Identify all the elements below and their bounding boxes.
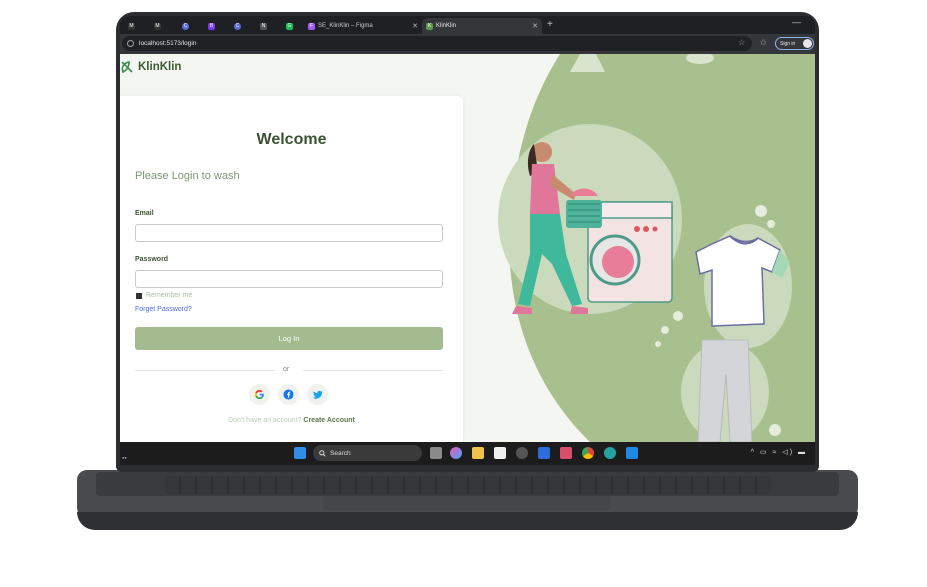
divider-line	[303, 370, 443, 371]
browser-tab-3[interactable]: C	[178, 18, 202, 34]
tab-title: SE_KlinKlin – Figma	[318, 23, 373, 29]
login-card: Welcome Please Login to wash Email Passw…	[120, 96, 463, 442]
vscode-icon[interactable]	[626, 447, 638, 459]
chrome-icon[interactable]	[582, 447, 594, 459]
forget-password-link[interactable]: Forget Password?	[135, 306, 192, 313]
url-field[interactable]: localhost:5173/login	[122, 36, 752, 51]
close-icon[interactable]: ✕	[532, 22, 538, 30]
email-field[interactable]	[135, 224, 443, 242]
new-tab-plus-icon[interactable]: +	[547, 18, 553, 32]
copilot-icon[interactable]	[450, 447, 462, 459]
figma-icon: F	[308, 22, 315, 30]
or-divider: or	[135, 366, 443, 376]
bookmark-star-icon[interactable]: ☆	[738, 38, 745, 47]
browser-tab-1[interactable]: M	[124, 18, 148, 34]
tab-favicon: B	[208, 22, 215, 30]
windows-start-icon[interactable]	[294, 447, 306, 459]
taskbar-widget[interactable]: ●●	[122, 455, 127, 460]
remember-me-checkbox[interactable]: Remember me	[136, 292, 192, 299]
laptop-touchpad	[323, 496, 611, 510]
klinklin-logo-icon	[121, 61, 133, 74]
taskbar-search[interactable]: Search	[313, 445, 422, 461]
email-label: Email	[135, 210, 154, 217]
close-icon[interactable]: ✕	[412, 22, 418, 30]
windows-taskbar: ●● Search ^ ▭ ≈ ◁) ▬	[120, 442, 815, 465]
create-account-link[interactable]: Create Account	[303, 417, 354, 424]
brand-name: KlinKlin	[138, 61, 182, 73]
tab-favicon: N	[260, 22, 267, 30]
laundry-illustration	[498, 54, 815, 442]
browser-tab-figma[interactable]: F SE_KlinKlin – Figma ✕	[304, 18, 422, 34]
page-title: Welcome	[256, 131, 327, 148]
browser-tab-4[interactable]: B	[204, 18, 228, 34]
file-explorer-icon[interactable]	[472, 447, 484, 459]
signup-text: Don't have an account?	[228, 417, 302, 424]
facebook-icon	[283, 389, 294, 400]
google-login-button[interactable]	[249, 384, 270, 405]
discord-icon[interactable]	[560, 447, 572, 459]
remember-me-label: Remember me	[146, 292, 193, 299]
browser-sign-in-button[interactable]: Sign in	[775, 37, 814, 50]
laptop-base-edge	[77, 512, 858, 530]
favorites-icon[interactable]: ✩	[760, 38, 767, 47]
divider-line	[135, 370, 275, 371]
app-icon[interactable]	[516, 447, 528, 459]
login-subtitle: Please Login to wash	[135, 170, 240, 182]
browser-tab-bar: M M C B C N G F SE_KlinKlin – Figma ✕ K …	[120, 16, 815, 34]
tab-favicon: C	[234, 22, 241, 30]
password-field[interactable]	[135, 270, 443, 288]
login-button[interactable]: Log In	[135, 327, 443, 350]
klinklin-favicon-icon: K	[426, 22, 433, 30]
site-info-icon[interactable]	[127, 40, 134, 47]
signup-prompt: Don't have an account? Create Account	[120, 417, 463, 424]
password-label: Password	[135, 256, 169, 263]
task-view-icon[interactable]	[430, 447, 442, 459]
checkbox-box[interactable]	[136, 292, 142, 299]
twitter-login-button[interactable]	[307, 384, 328, 405]
edge-icon[interactable]	[604, 447, 616, 459]
login-page: KlinKlin Welcome Please Login to wash Em…	[120, 54, 815, 442]
browser-tab-7[interactable]: G	[282, 18, 302, 34]
tab-favicon: M	[128, 22, 135, 30]
laptop-screen: M M C B C N G F SE_KlinKlin – Figma ✕ K …	[120, 16, 815, 465]
url-text: localhost:5173/login	[139, 40, 197, 47]
browser-tab-2[interactable]: M	[150, 18, 174, 34]
profile-avatar-icon	[803, 39, 812, 48]
browser-address-bar: localhost:5173/login ☆ ✩ Sign in	[120, 34, 815, 54]
tab-favicon: C	[182, 22, 189, 30]
facebook-login-button[interactable]	[278, 384, 299, 405]
tab-title: KlinKlin	[436, 23, 457, 29]
browser-tab-5[interactable]: C	[230, 18, 254, 34]
search-icon	[319, 449, 326, 457]
app-icon[interactable]	[538, 447, 550, 459]
store-icon[interactable]	[494, 447, 506, 459]
tab-favicon: M	[154, 22, 161, 30]
search-label: Search	[330, 449, 351, 457]
browser-tab-klinklin[interactable]: K KlinKlin ✕	[422, 18, 542, 34]
twitter-icon	[312, 390, 323, 399]
browser-tab-6[interactable]: N	[256, 18, 280, 34]
minimize-icon[interactable]: —	[792, 17, 801, 27]
tab-favicon: G	[286, 22, 293, 30]
brand-logo[interactable]: KlinKlin	[120, 60, 181, 74]
system-tray[interactable]: ^ ▭ ≈ ◁) ▬	[751, 448, 807, 456]
laptop-keyboard	[165, 476, 771, 494]
or-text: or	[283, 366, 290, 373]
sign-in-label: Sign in	[780, 40, 796, 47]
google-icon	[254, 389, 264, 400]
